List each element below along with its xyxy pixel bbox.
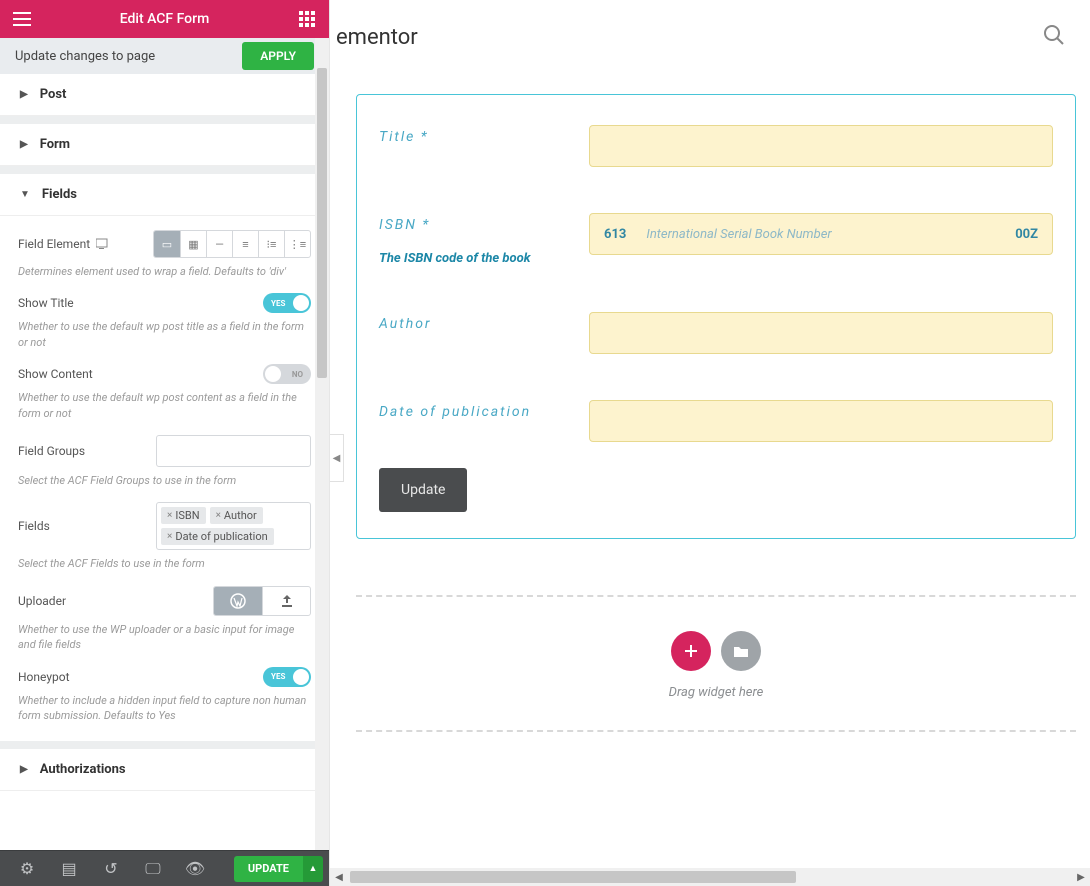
isbn-prefix: 613 bbox=[604, 227, 626, 242]
acf-form-widget[interactable]: Title * ISBN * The ISBN code of the book… bbox=[356, 94, 1076, 539]
uploader-label: Uploader bbox=[18, 594, 66, 608]
settings-icon[interactable]: ⚙ bbox=[6, 851, 48, 886]
apply-button[interactable]: APPLY bbox=[242, 42, 314, 70]
wrap-table-option[interactable]: ▦ bbox=[180, 231, 206, 257]
field-element-hint: Determines element used to wrap a field.… bbox=[18, 264, 311, 279]
field-instructions-isbn: The ISBN code of the book bbox=[379, 251, 589, 266]
horizontal-scrollbar[interactable]: ◀ ▶ bbox=[330, 868, 1090, 886]
field-groups-label: Field Groups bbox=[18, 444, 85, 458]
caret-right-icon: ▶ bbox=[20, 139, 28, 150]
drop-label: Drag widget here bbox=[669, 685, 764, 700]
field-label-author: Author bbox=[379, 312, 589, 332]
section-form[interactable]: ▶ Form bbox=[0, 124, 329, 166]
field-tag-author: ×Author bbox=[210, 507, 263, 524]
search-icon[interactable] bbox=[1042, 23, 1070, 51]
uploader-wp-option[interactable] bbox=[214, 587, 262, 615]
wrap-row-option[interactable]: — bbox=[206, 231, 232, 257]
wrap-div-option[interactable]: ▭ bbox=[154, 231, 180, 257]
form-submit-button[interactable]: Update bbox=[379, 468, 467, 512]
field-input-dop[interactable] bbox=[589, 400, 1053, 442]
fields-label: Fields bbox=[18, 519, 50, 533]
wrap-dl-option[interactable]: ⋮≡ bbox=[284, 231, 310, 257]
navigator-icon[interactable]: ▤ bbox=[48, 851, 90, 886]
uploader-options bbox=[213, 586, 311, 616]
section-post[interactable]: ▶ Post bbox=[0, 74, 329, 116]
apply-row-label: Update changes to page bbox=[15, 49, 155, 64]
caret-down-icon: ▼ bbox=[20, 189, 30, 200]
section-fields[interactable]: ▼ Fields bbox=[0, 174, 329, 216]
panel-title: Edit ACF Form bbox=[34, 11, 295, 27]
section-authorizations[interactable]: ▶ Authorizations bbox=[0, 749, 329, 791]
show-content-hint: Whether to use the default wp post conte… bbox=[18, 390, 311, 421]
field-label-dop: Date of publication bbox=[379, 400, 589, 420]
remove-tag-icon[interactable]: × bbox=[167, 531, 172, 542]
isbn-placeholder: International Serial Book Number bbox=[646, 227, 1015, 242]
add-widget-button[interactable] bbox=[671, 631, 711, 671]
field-element-options: ▭ ▦ — ≡ ⁝≡ ⋮≡ bbox=[153, 230, 311, 258]
update-button[interactable]: UPDATE bbox=[234, 856, 303, 882]
responsive-icon bbox=[96, 238, 110, 250]
field-input-isbn[interactable]: 613 International Serial Book Number 00Z bbox=[589, 213, 1053, 255]
sidebar-scrollbar[interactable] bbox=[315, 38, 329, 850]
field-input-author[interactable] bbox=[589, 312, 1053, 354]
show-title-hint: Whether to use the default wp post title… bbox=[18, 319, 311, 350]
preview-icon[interactable]: 👁 bbox=[174, 851, 216, 886]
page-title: ementor bbox=[330, 25, 418, 50]
wrap-ol-option[interactable]: ⁝≡ bbox=[258, 231, 284, 257]
responsive-mode-icon[interactable]: 🖵 bbox=[132, 851, 174, 886]
collapse-panel-handle[interactable]: ◀ bbox=[330, 434, 344, 482]
uploader-hint: Whether to use the WP uploader or a basi… bbox=[18, 622, 311, 653]
field-tag-isbn: ×ISBN bbox=[161, 507, 206, 524]
show-title-toggle[interactable]: YES bbox=[263, 293, 311, 313]
show-content-toggle[interactable]: NO bbox=[263, 364, 311, 384]
scroll-right-icon[interactable]: ▶ bbox=[1072, 868, 1090, 886]
uploader-basic-option[interactable] bbox=[262, 587, 310, 615]
show-title-label: Show Title bbox=[18, 296, 74, 310]
wrap-ul-option[interactable]: ≡ bbox=[232, 231, 258, 257]
field-input-title[interactable] bbox=[589, 125, 1053, 167]
remove-tag-icon[interactable]: × bbox=[216, 510, 221, 521]
fields-tagbox[interactable]: ×ISBN ×Author ×Date of publication bbox=[156, 502, 311, 550]
honeypot-hint: Whether to include a hidden input field … bbox=[18, 693, 311, 724]
field-label-isbn: ISBN * The ISBN code of the book bbox=[379, 213, 589, 266]
scroll-left-icon[interactable]: ◀ bbox=[330, 868, 348, 886]
field-element-label: Field Element bbox=[18, 237, 110, 251]
update-caret[interactable]: ▲ bbox=[303, 856, 323, 882]
widgets-grid-icon[interactable] bbox=[295, 7, 319, 31]
field-groups-hint: Select the ACF Field Groups to use in th… bbox=[18, 473, 311, 488]
fields-hint: Select the ACF Fields to use in the form bbox=[18, 556, 311, 571]
template-library-button[interactable] bbox=[721, 631, 761, 671]
show-content-label: Show Content bbox=[18, 367, 93, 381]
menu-icon[interactable] bbox=[10, 7, 34, 31]
field-groups-input[interactable] bbox=[156, 435, 311, 467]
field-label-title: Title * bbox=[379, 125, 589, 145]
honeypot-label: Honeypot bbox=[18, 670, 70, 684]
honeypot-toggle[interactable]: YES bbox=[263, 667, 311, 687]
caret-right-icon: ▶ bbox=[20, 764, 28, 775]
isbn-suffix: 00Z bbox=[1015, 227, 1038, 242]
remove-tag-icon[interactable]: × bbox=[167, 510, 172, 521]
field-tag-dop: ×Date of publication bbox=[161, 528, 274, 545]
caret-right-icon: ▶ bbox=[20, 89, 28, 100]
drop-widget-area[interactable]: Drag widget here bbox=[356, 595, 1076, 732]
history-icon[interactable]: ↺ bbox=[90, 851, 132, 886]
